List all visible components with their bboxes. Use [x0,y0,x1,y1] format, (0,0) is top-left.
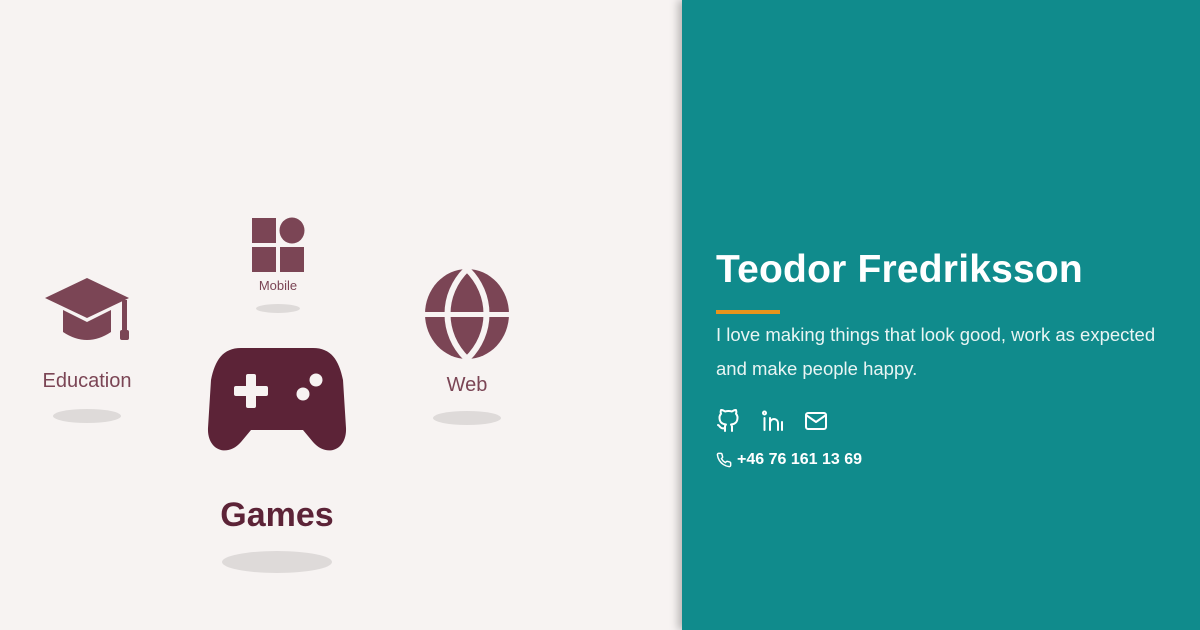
category-panel: Education Mobile Web Games [0,0,682,630]
category-label: Mobile [258,278,298,293]
phone-icon [716,452,732,468]
category-web[interactable]: Web [414,268,520,425]
category-education[interactable]: Education [30,276,144,423]
category-games[interactable]: Games [204,346,350,573]
category-label: Web [446,374,488,396]
linkedin-icon [762,410,783,431]
category-shadow [222,551,332,573]
globe-icon [423,268,511,360]
social-links [716,408,828,433]
graduation-cap-icon [45,278,129,340]
phone-link[interactable]: +46 76 161 13 69 [716,451,862,469]
mail-link[interactable] [804,409,828,433]
linkedin-link[interactable] [760,409,784,433]
gamepad-icon [207,348,347,451]
phone-number: +46 76 161 13 69 [737,451,863,468]
mail-icon [805,412,827,430]
title-underline [716,310,780,314]
mobile-apps-icon [252,217,305,272]
category-label: Games [220,496,334,534]
category-label: Education [42,370,132,392]
category-shadow [53,409,121,423]
profile-name: Teodor Fredriksson [716,248,1083,291]
profile-bio: I love making things that look good, wor… [716,324,1156,379]
github-link[interactable] [716,408,740,433]
category-shadow [256,304,300,313]
profile-panel [682,0,1200,630]
category-mobile[interactable]: Mobile [236,216,320,313]
category-shadow [433,411,501,425]
github-icon [717,408,739,432]
